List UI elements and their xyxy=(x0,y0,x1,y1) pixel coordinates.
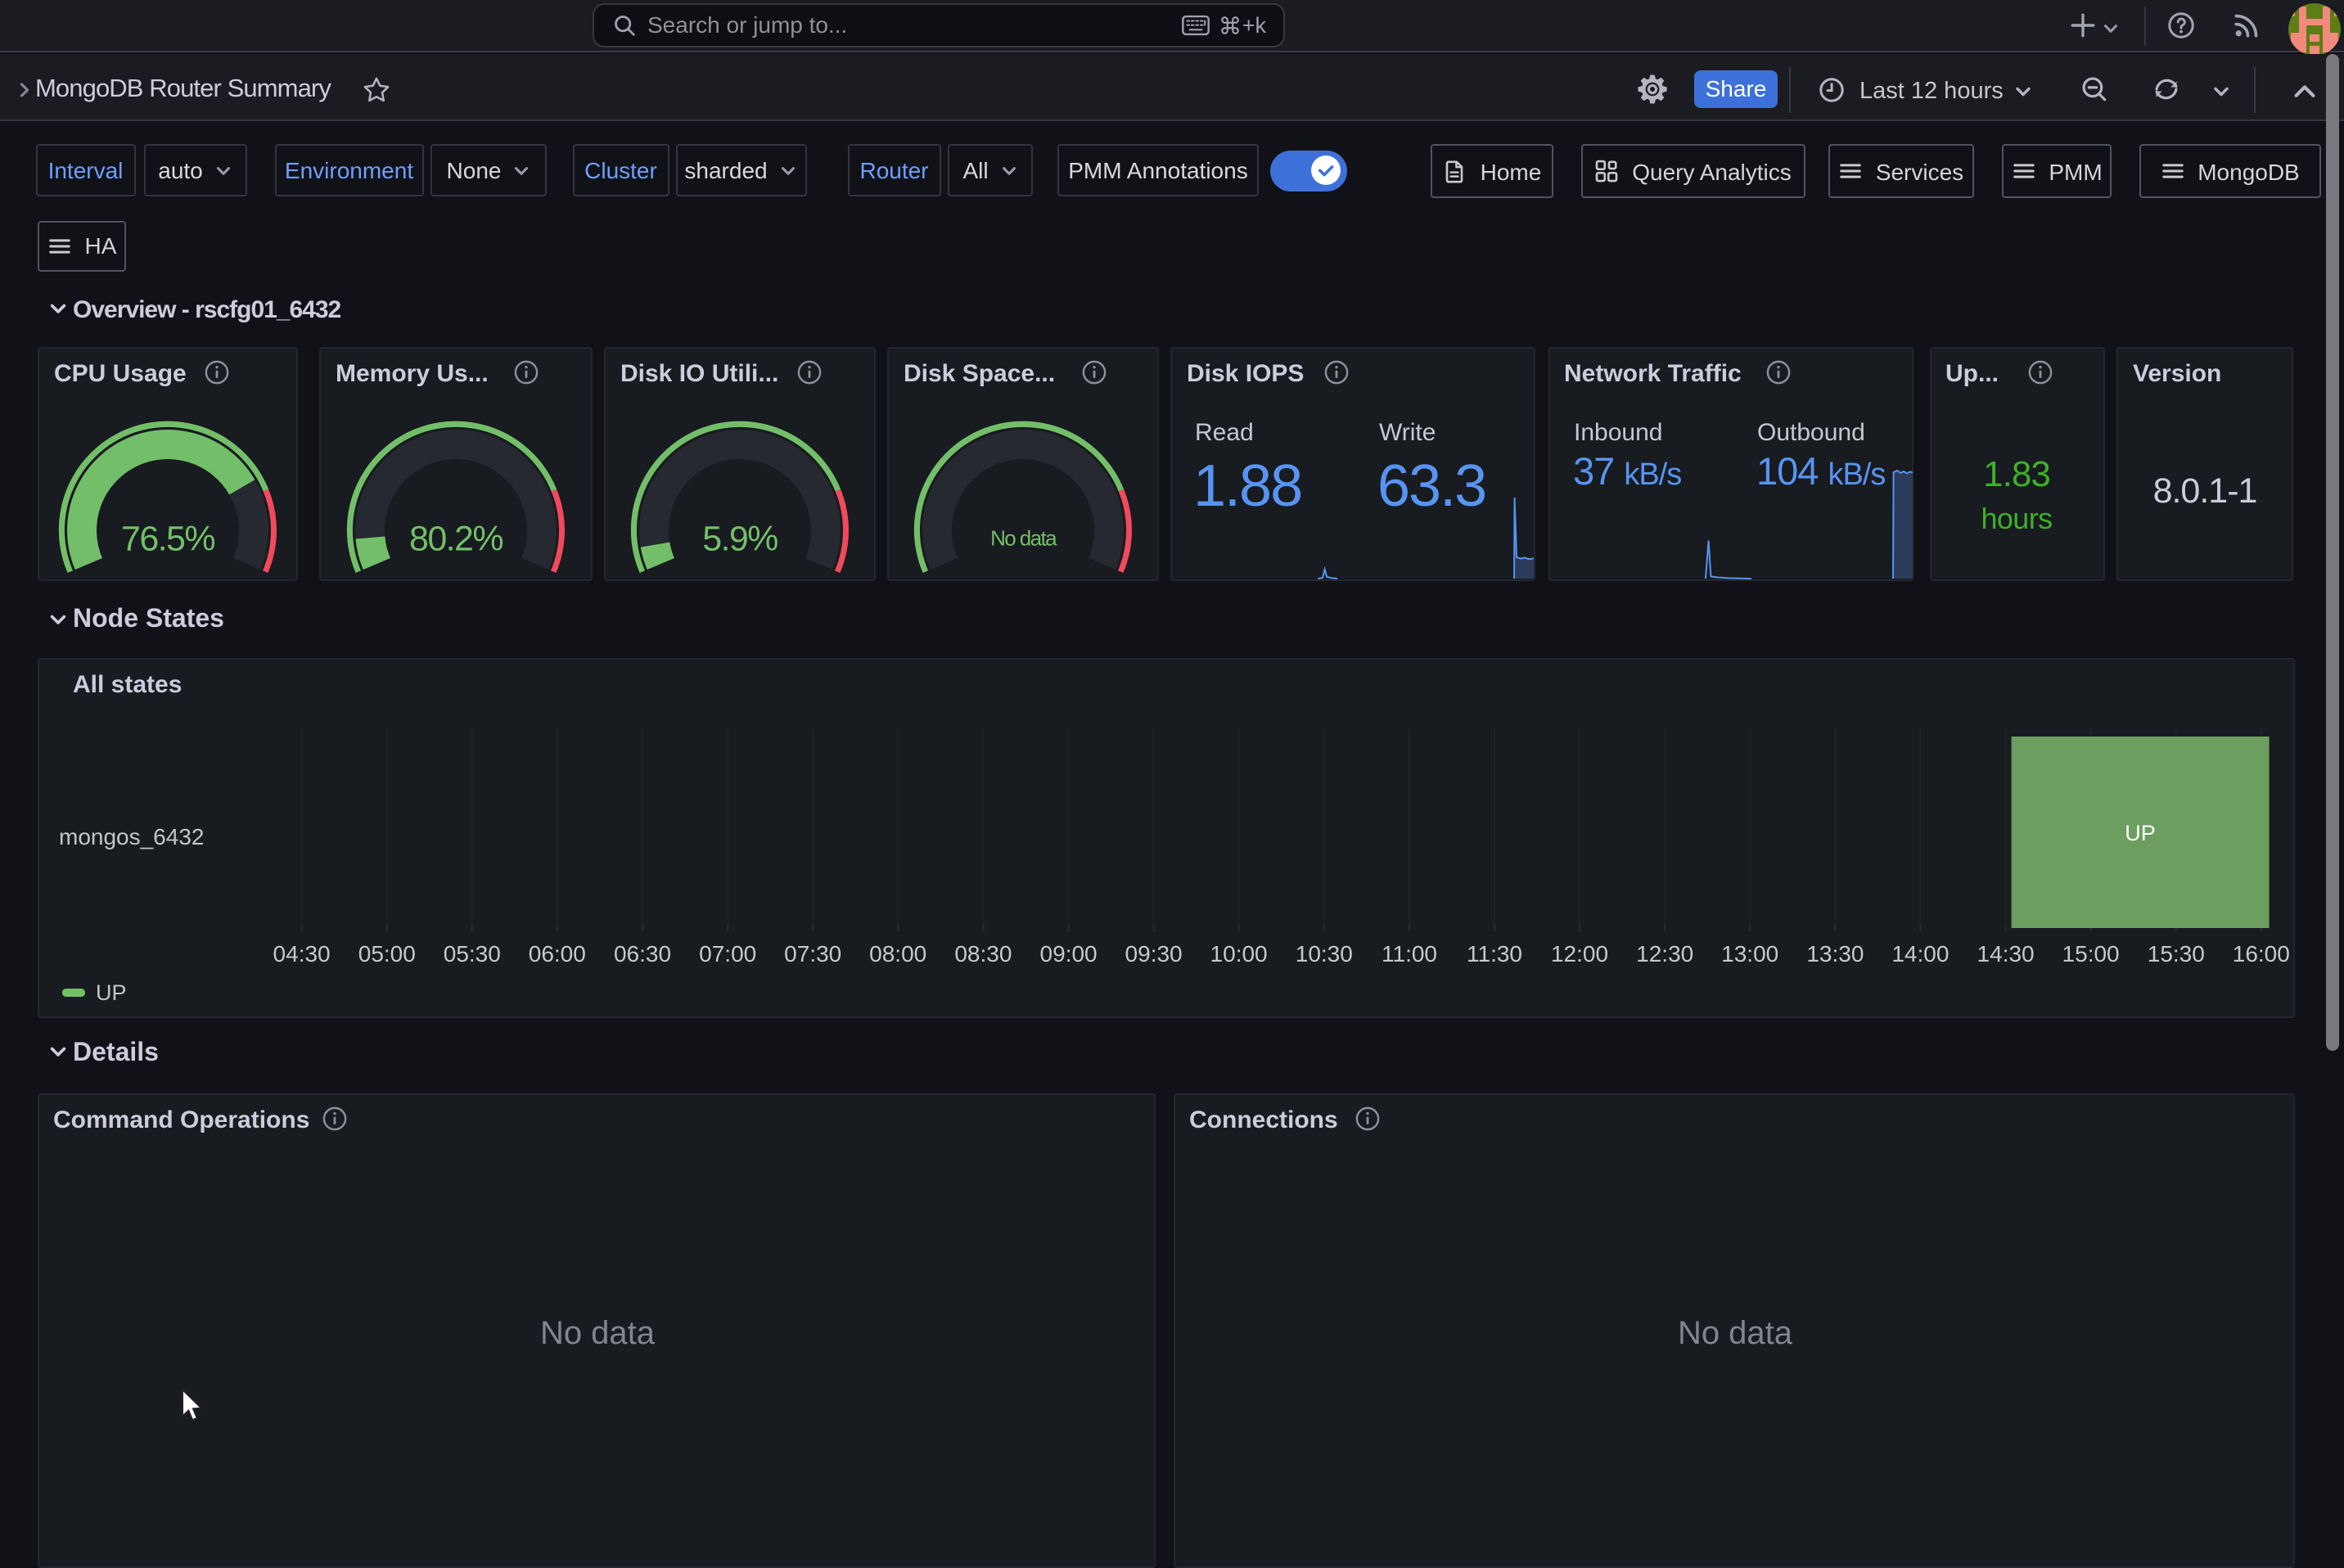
svg-text:16:00: 16:00 xyxy=(2232,941,2289,966)
svg-text:14:00: 14:00 xyxy=(1891,941,1948,966)
svg-text:76.5%: 76.5% xyxy=(121,520,214,559)
svg-text:09:30: 09:30 xyxy=(1125,941,1182,966)
svg-text:10:00: 10:00 xyxy=(1210,941,1267,966)
svg-text:15:00: 15:00 xyxy=(2062,941,2119,966)
svg-text:05:30: 05:30 xyxy=(443,941,500,966)
svg-text:07:00: 07:00 xyxy=(698,941,755,966)
svg-text:13:00: 13:00 xyxy=(1720,941,1778,966)
svg-text:13:30: 13:30 xyxy=(1805,941,1863,966)
svg-text:15:30: 15:30 xyxy=(2147,941,2204,966)
svg-text:14:30: 14:30 xyxy=(1977,941,2034,966)
svg-text:08:30: 08:30 xyxy=(953,941,1011,966)
svg-text:10:30: 10:30 xyxy=(1295,941,1352,966)
svg-text:09:00: 09:00 xyxy=(1039,941,1097,966)
svg-text:80.2%: 80.2% xyxy=(409,520,503,559)
svg-text:04:30: 04:30 xyxy=(273,941,330,966)
svg-text:12:30: 12:30 xyxy=(1635,941,1693,966)
svg-text:12:00: 12:00 xyxy=(1550,941,1607,966)
svg-text:No data: No data xyxy=(990,526,1057,551)
svg-text:06:00: 06:00 xyxy=(528,941,585,966)
svg-text:11:00: 11:00 xyxy=(1381,941,1436,966)
svg-text:07:30: 07:30 xyxy=(783,941,841,966)
svg-text:05:00: 05:00 xyxy=(358,941,415,966)
svg-text:11:30: 11:30 xyxy=(1466,941,1521,966)
svg-text:06:30: 06:30 xyxy=(613,941,670,966)
svg-text:5.9%: 5.9% xyxy=(702,520,778,559)
svg-text:UP: UP xyxy=(2124,821,2155,845)
svg-text:08:00: 08:00 xyxy=(868,941,926,966)
